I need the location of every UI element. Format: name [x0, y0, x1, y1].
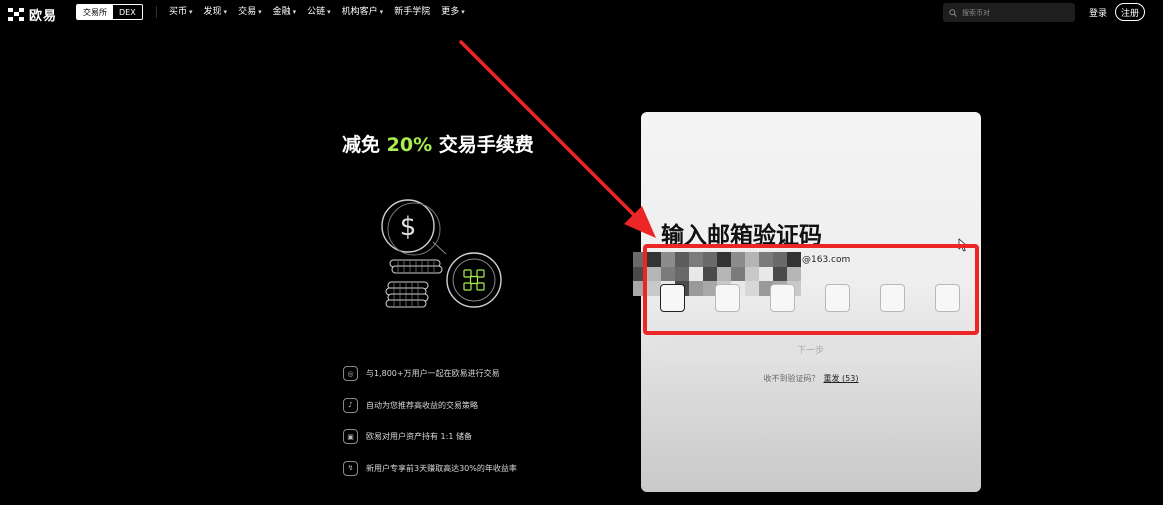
users-icon: ◎	[343, 366, 358, 382]
nav-menu-label: 交易	[238, 7, 257, 17]
chevron-down-icon: ▾	[223, 8, 228, 16]
nav-menu-item[interactable]: 买币 ▾	[169, 5, 193, 19]
nav-menu-item[interactable]: 机构客户 ▾	[342, 5, 384, 19]
annotation-highlight-box	[643, 244, 979, 335]
headline-highlight: 20%	[386, 134, 433, 156]
nav-divider	[156, 6, 157, 18]
headline-suffix: 交易手续费	[432, 134, 534, 156]
nav-menu-label: 发现	[203, 7, 222, 17]
nav-menu-label: 机构客户	[341, 7, 378, 17]
nav-menu-item[interactable]: 交易 ▾	[238, 5, 262, 19]
chevron-down-icon: ▾	[379, 8, 384, 16]
exchange-mode-switch: 交易所 DEX	[76, 4, 143, 20]
annotation-arrow	[459, 40, 656, 238]
nav-menu-item[interactable]: 新手学院	[394, 5, 430, 19]
tab-exchange[interactable]: 交易所	[77, 5, 113, 19]
nav-menu-label: 新手学院	[394, 7, 431, 17]
feature-item: ▣ 欧易对用户资产持有 1:1 储备	[343, 421, 517, 453]
crypto-coins-illustration: $	[381, 199, 502, 308]
resend-row: 收不到验证码？ 重发 (53)	[641, 373, 981, 384]
okx-coin-mark-icon	[463, 269, 485, 291]
feature-text: 自动为您推荐高收益的交易策略	[366, 400, 478, 410]
chevron-down-icon: ▾	[461, 8, 465, 16]
search-placeholder: 搜索币对	[962, 8, 990, 17]
nav-menu-label: 更多	[441, 7, 460, 17]
nav-menu-item[interactable]: 公链 ▾	[307, 5, 331, 19]
headline-prefix: 减免	[342, 134, 387, 156]
coin-stack-icon	[385, 259, 443, 308]
nav-menu-item[interactable]: 更多 ▾	[441, 5, 465, 19]
nav-menu-label: 买币	[169, 7, 188, 17]
login-link[interactable]: 登录	[1089, 6, 1107, 19]
next-step-button[interactable]: 下一步	[661, 336, 960, 362]
wallet-icon: ▣	[343, 429, 358, 445]
nav-menu-label: 公链	[307, 7, 326, 17]
okx-coin-icon	[446, 252, 502, 308]
feature-list: ◎ 与1,800+万用户一起在欧易进行交易 ♪ 自动为您推荐高收益的交易策略 ▣ 欧易对用…	[343, 358, 517, 484]
chart-icon: ↯	[343, 460, 358, 476]
brand-name: 欧易	[29, 9, 58, 24]
feature-item: ◎ 与1,800+万用户一起在欧易进行交易	[343, 358, 517, 390]
promo-headline: 减免 20% 交易手续费	[342, 130, 534, 157]
feature-text: 新用户专享前3天赚取高达30%的年收益率	[366, 463, 517, 473]
okx-logo[interactable]: 欧易	[8, 5, 57, 24]
search-input[interactable]: 搜索币对	[943, 3, 1075, 22]
top-nav: 欧易 交易所 DEX 买币 ▾ 发现 ▾ 交易 ▾ 金融 ▾ 公链 ▾ 机构客户 ▾ 新手学院 更多 ▾ 搜…	[0, 0, 1163, 24]
feature-item: ♪ 自动为您推荐高收益的交易策略	[343, 390, 517, 422]
feature-text: 与1,800+万用户一起在欧易进行交易	[366, 369, 500, 379]
chevron-down-icon: ▾	[327, 8, 331, 16]
chevron-down-icon: ▾	[292, 8, 297, 16]
feature-item: ↯ 新用户专享前3天赚取高达30%的年收益率	[343, 453, 517, 485]
search-icon	[949, 8, 957, 17]
signup-button[interactable]: 注册	[1115, 3, 1145, 21]
okx-logo-icon	[8, 7, 24, 22]
chevron-down-icon: ▾	[258, 8, 262, 16]
dollar-sign-icon: $	[400, 212, 417, 242]
nav-menu-item[interactable]: 发现 ▾	[204, 5, 228, 19]
nav-menu-item[interactable]: 金融 ▾	[273, 5, 297, 19]
strategy-icon: ♪	[343, 397, 358, 413]
resend-code-link[interactable]: 重发 (53)	[824, 374, 859, 383]
nav-menu-label: 金融	[272, 7, 291, 17]
feature-text: 欧易对用户资产持有 1:1 储备	[366, 432, 472, 442]
resend-prompt: 收不到验证码？	[763, 374, 820, 383]
main-menu: 买币 ▾ 发现 ▾ 交易 ▾ 金融 ▾ 公链 ▾ 机构客户 ▾ 新手学院 更多 ▾	[169, 5, 465, 19]
tab-dex[interactable]: DEX	[113, 5, 142, 19]
chevron-down-icon: ▾	[189, 8, 193, 16]
